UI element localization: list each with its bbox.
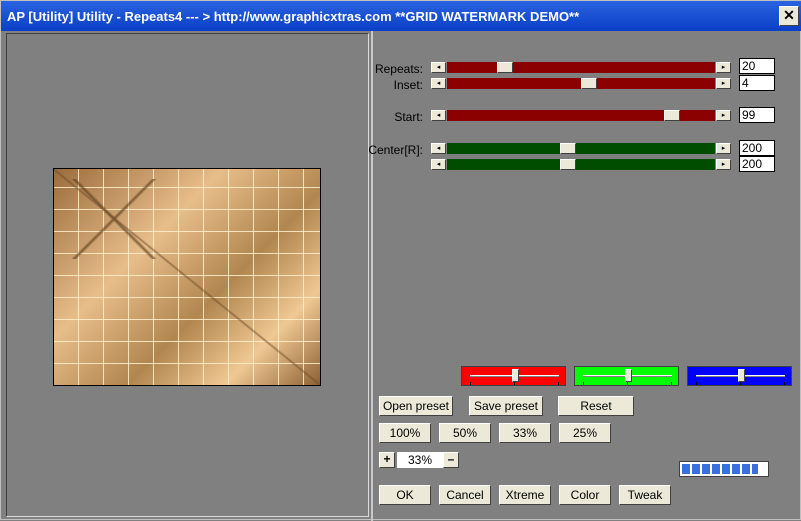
window-title: AP [Utility] Utility - Repeats4 --- > ht… (7, 9, 580, 24)
center-r-slider[interactable]: ◂ ▸ (431, 143, 731, 154)
zoom-33-button[interactable]: 33% (499, 423, 551, 443)
center-second-slider[interactable]: ◂ ▸ (431, 159, 731, 170)
zoom-25-button[interactable]: 25% (559, 423, 611, 443)
reset-button[interactable]: Reset (558, 396, 634, 416)
close-button[interactable]: ✕ (779, 6, 799, 26)
slider-left-arrow-icon[interactable]: ◂ (431, 62, 446, 73)
slider-thumb[interactable] (580, 78, 597, 89)
center-second-value-field[interactable]: 200 (739, 156, 775, 172)
slider-right-arrow-icon[interactable]: ▸ (716, 78, 731, 89)
panel-divider (371, 31, 373, 521)
start-label: Start: (394, 110, 423, 124)
slider-thumb[interactable] (663, 110, 680, 121)
slider-thumb[interactable] (560, 159, 577, 170)
color-slider-ticks (696, 382, 785, 385)
repeats-value-field[interactable]: 20 (739, 58, 775, 74)
green-channel-slider[interactable] (574, 366, 679, 386)
blue-channel-slider[interactable] (687, 366, 792, 386)
slider-track[interactable] (447, 159, 715, 170)
tweak-button[interactable]: Tweak (619, 485, 671, 505)
zoom-out-button[interactable]: – (443, 452, 459, 468)
start-slider[interactable]: ◂ ▸ (431, 110, 731, 121)
open-preset-button[interactable]: Open preset (379, 396, 453, 416)
repeats-label: Repeats: (374, 62, 423, 76)
slider-thumb[interactable] (560, 143, 577, 154)
progress-bar (679, 461, 769, 477)
center-label: Center[R]: (368, 143, 423, 157)
color-slider-knob[interactable] (624, 369, 632, 382)
slider-right-arrow-icon[interactable]: ▸ (716, 143, 731, 154)
zoom-level-field[interactable]: 33% (397, 452, 443, 468)
plugin-window: AP [Utility] Utility - Repeats4 --- > ht… (0, 0, 801, 521)
slider-left-arrow-icon[interactable]: ◂ (431, 78, 446, 89)
cancel-button[interactable]: Cancel (439, 485, 491, 505)
repeats-slider[interactable]: ◂ ▸ (431, 62, 731, 73)
start-value-field[interactable]: 99 (739, 107, 775, 123)
color-slider-knob[interactable] (737, 369, 745, 382)
slider-track[interactable] (447, 62, 715, 73)
zoom-in-button[interactable]: + (379, 452, 395, 468)
slider-right-arrow-icon[interactable]: ▸ (716, 110, 731, 121)
preview-image (53, 168, 321, 386)
ok-button[interactable]: OK (379, 485, 431, 505)
zoom-50-button[interactable]: 50% (439, 423, 491, 443)
inset-slider[interactable]: ◂ ▸ (431, 78, 731, 89)
zoom-100-button[interactable]: 100% (379, 423, 431, 443)
inset-label: Inset: (393, 78, 423, 92)
color-slider-knob[interactable] (511, 369, 519, 382)
preview-pattern-diagonal (54, 169, 320, 385)
red-channel-slider[interactable] (461, 366, 566, 386)
slider-right-arrow-icon[interactable]: ▸ (716, 159, 731, 170)
color-slider-ticks (470, 382, 559, 385)
save-preset-button[interactable]: Save preset (469, 396, 543, 416)
slider-right-arrow-icon[interactable]: ▸ (716, 62, 731, 73)
center-r-value-field[interactable]: 200 (739, 140, 775, 156)
color-slider-ticks (583, 382, 672, 385)
progress-fill (682, 464, 758, 474)
xtreme-button[interactable]: Xtreme (499, 485, 551, 505)
slider-left-arrow-icon[interactable]: ◂ (431, 143, 446, 154)
slider-track[interactable] (447, 143, 715, 154)
slider-left-arrow-icon[interactable]: ◂ (431, 159, 446, 170)
slider-left-arrow-icon[interactable]: ◂ (431, 110, 446, 121)
color-button[interactable]: Color (559, 485, 611, 505)
title-bar: AP [Utility] Utility - Repeats4 --- > ht… (1, 1, 801, 31)
slider-thumb[interactable] (497, 62, 514, 73)
inset-value-field[interactable]: 4 (739, 75, 775, 91)
